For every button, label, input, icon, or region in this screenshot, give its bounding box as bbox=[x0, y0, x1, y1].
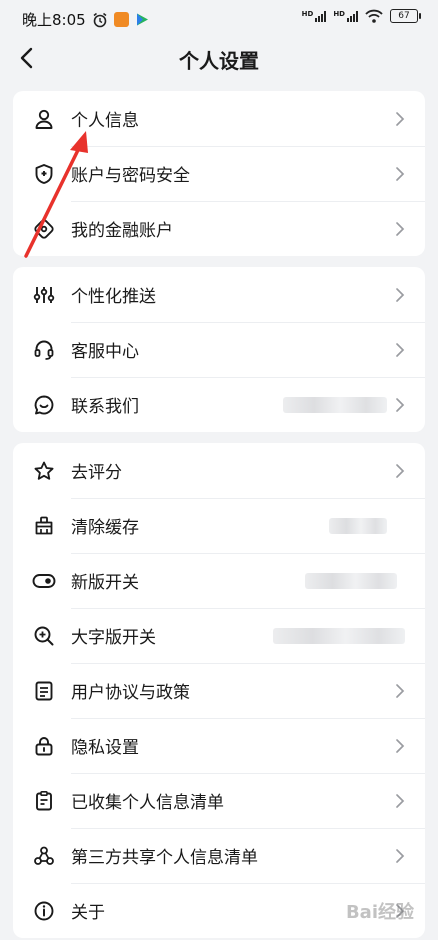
status-right: HD HD 67 bbox=[302, 9, 421, 23]
redacted-value bbox=[329, 517, 387, 534]
chevron-right-icon bbox=[396, 111, 405, 126]
row-privacy-settings[interactable]: 隐私设置 bbox=[13, 718, 425, 773]
chat-icon bbox=[32, 393, 56, 417]
share-icon bbox=[32, 844, 56, 868]
signal-icon: HD bbox=[302, 10, 327, 22]
chevron-right-icon bbox=[396, 463, 405, 478]
row-clear-cache[interactable]: 清除缓存 bbox=[13, 498, 425, 553]
chevron-right-icon bbox=[396, 793, 405, 808]
signal-2-icon: HD bbox=[333, 10, 358, 22]
chevron-right-icon bbox=[396, 397, 405, 412]
row-label: 客服中心 bbox=[71, 342, 139, 362]
status-bar: 晚上8:05 HD HD 67 bbox=[0, 0, 438, 36]
row-label: 联系我们 bbox=[71, 397, 139, 417]
info-icon bbox=[32, 899, 56, 923]
row-label: 新版开关 bbox=[71, 573, 139, 593]
row-label: 个性化推送 bbox=[71, 287, 156, 307]
chevron-right-icon bbox=[396, 342, 405, 357]
document-icon bbox=[32, 679, 56, 703]
row-contact-us[interactable]: 联系我们 bbox=[13, 377, 425, 432]
row-customer-service[interactable]: 客服中心 bbox=[13, 322, 425, 377]
person-icon bbox=[32, 107, 56, 131]
play-icon bbox=[136, 13, 148, 26]
lock-icon bbox=[32, 734, 56, 758]
row-label: 已收集个人信息清单 bbox=[71, 793, 224, 813]
row-personal-info[interactable]: 个人信息 bbox=[13, 91, 425, 146]
chevron-right-icon bbox=[396, 683, 405, 698]
broom-icon bbox=[32, 514, 56, 538]
settings-group-service: 个性化推送 客服中心 联系我们 bbox=[0, 267, 438, 432]
zoom-in-icon bbox=[32, 624, 56, 648]
redacted-value bbox=[283, 396, 387, 413]
status-left: 晚上8:05 bbox=[22, 9, 150, 30]
chevron-right-icon bbox=[396, 738, 405, 753]
watermark: Bai经验 bbox=[345, 902, 414, 923]
row-finance-account[interactable]: 我的金融账户 bbox=[13, 201, 425, 256]
chevron-right-icon bbox=[396, 848, 405, 863]
row-label: 隐私设置 bbox=[71, 738, 139, 758]
wifi-icon bbox=[365, 9, 383, 23]
alarm-icon bbox=[93, 12, 107, 27]
row-label: 我的金融账户 bbox=[71, 221, 173, 241]
row-label: 用户协议与政策 bbox=[71, 683, 190, 703]
toggle-icon bbox=[32, 569, 56, 593]
chevron-right-icon bbox=[396, 287, 405, 302]
row-label: 清除缓存 bbox=[71, 518, 139, 538]
clipboard-icon bbox=[32, 789, 56, 813]
row-label: 去评分 bbox=[71, 463, 122, 483]
row-personalized-push[interactable]: 个性化推送 bbox=[13, 267, 425, 322]
chevron-right-icon bbox=[396, 221, 405, 236]
status-time: 晚上8:05 bbox=[22, 11, 86, 29]
redacted-value bbox=[273, 627, 405, 644]
row-user-agreement[interactable]: 用户协议与政策 bbox=[13, 663, 425, 718]
app-notification-icon bbox=[113, 12, 129, 27]
row-label: 大字版开关 bbox=[71, 628, 156, 648]
row-label: 个人信息 bbox=[71, 111, 139, 131]
row-third-party-sharing-list[interactable]: 第三方共享个人信息清单 bbox=[13, 828, 425, 883]
chevron-right-icon bbox=[396, 166, 405, 181]
row-account-security[interactable]: 账户与密码安全 bbox=[13, 146, 425, 201]
headset-icon bbox=[32, 338, 56, 362]
row-label: 账户与密码安全 bbox=[71, 166, 190, 186]
row-new-version-toggle[interactable]: 新版开关 bbox=[13, 553, 425, 608]
settings-group-general: 去评分 清除缓存 新版开关 大字版开关 用户协议与政策 隐私设置 已收集个人信息… bbox=[0, 443, 438, 938]
row-large-font-toggle[interactable]: 大字版开关 bbox=[13, 608, 425, 663]
diamond-icon bbox=[32, 217, 56, 241]
battery-level: 67 bbox=[398, 11, 410, 21]
redacted-value bbox=[305, 572, 397, 589]
battery-icon: 67 bbox=[390, 9, 421, 23]
sliders-icon bbox=[32, 283, 56, 307]
row-collected-info-list[interactable]: 已收集个人信息清单 bbox=[13, 773, 425, 828]
star-icon bbox=[32, 459, 56, 483]
settings-group-account: 个人信息 账户与密码安全 我的金融账户 bbox=[0, 91, 438, 256]
row-label: 第三方共享个人信息清单 bbox=[71, 848, 258, 868]
shield-icon bbox=[32, 162, 56, 186]
page-title: 个人设置 bbox=[179, 49, 259, 73]
title-bar: 个人设置 bbox=[0, 36, 438, 80]
row-rate[interactable]: 去评分 bbox=[13, 443, 425, 498]
